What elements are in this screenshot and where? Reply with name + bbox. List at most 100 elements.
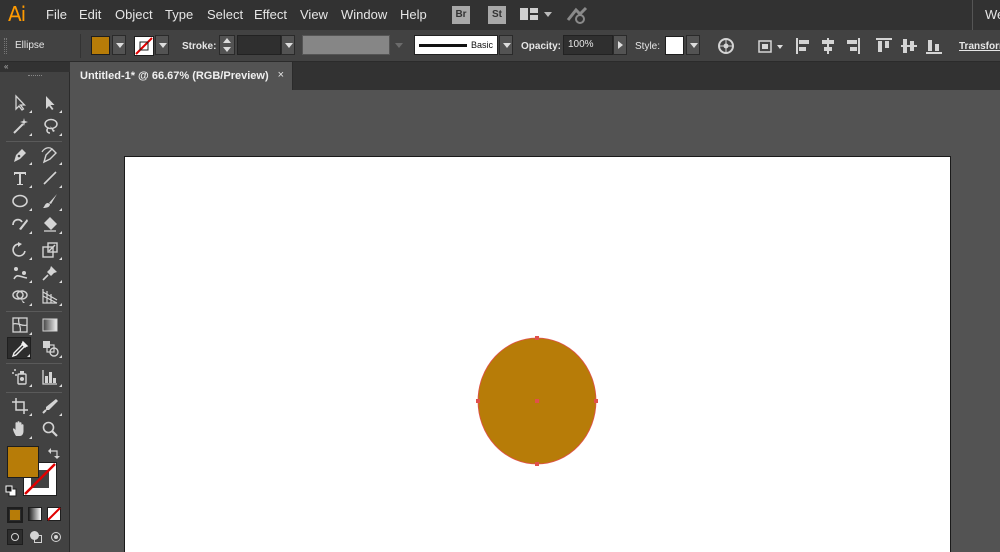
tools-panel-grip[interactable] — [28, 75, 42, 77]
shape-builder-tool[interactable] — [8, 285, 32, 307]
anchor-point-bottom[interactable] — [535, 462, 539, 466]
tools-panel-collapse[interactable]: « — [0, 62, 70, 72]
perspective-grid-tool[interactable] — [38, 285, 62, 307]
align-vertical-center-icon[interactable] — [900, 37, 918, 55]
artboard-tool[interactable] — [8, 395, 32, 417]
anchor-point-left[interactable] — [476, 399, 480, 403]
gpu-performance-icon[interactable] — [566, 6, 588, 24]
stroke-none-swatch[interactable] — [134, 36, 154, 56]
shaper-icon — [12, 218, 28, 230]
menu-help[interactable]: Help — [400, 7, 427, 22]
symbol-sprayer-tool[interactable] — [8, 366, 32, 388]
close-icon[interactable]: × — [278, 69, 284, 81]
selection-arrow-icon — [15, 94, 27, 111]
brush-definition[interactable]: Basic — [414, 35, 498, 55]
pin-tool[interactable] — [38, 262, 62, 284]
blend-tool[interactable] — [38, 337, 62, 359]
stroke-weight-stepper[interactable] — [219, 35, 235, 55]
direct-selection-tool[interactable] — [38, 92, 62, 114]
pin-icon — [42, 266, 57, 281]
line-segment-tool[interactable] — [38, 167, 62, 189]
lasso-tool[interactable] — [38, 115, 62, 137]
graphic-style-swatch[interactable] — [665, 36, 684, 55]
align-top-icon[interactable] — [875, 37, 893, 55]
menu-file[interactable]: File — [46, 7, 67, 22]
pen-tool[interactable] — [8, 144, 32, 166]
ellipse-tool[interactable] — [8, 190, 32, 212]
slice-tool[interactable] — [38, 395, 62, 417]
column-graph-tool[interactable] — [38, 366, 62, 388]
mesh-tool[interactable] — [8, 314, 32, 336]
fill-color-swatch[interactable] — [7, 446, 39, 478]
selection-type-label: Ellipse — [15, 40, 45, 51]
bridge-button[interactable]: Br — [452, 6, 470, 24]
arrange-documents-icon[interactable] — [520, 8, 538, 20]
menu-edit[interactable]: Edit — [79, 7, 101, 22]
eraser-tool[interactable] — [38, 213, 62, 235]
opacity-slider-button[interactable] — [613, 35, 627, 55]
anchor-point-top[interactable] — [535, 336, 539, 340]
ellipse-icon — [12, 194, 28, 208]
align-horizontal-center-icon[interactable] — [820, 37, 836, 55]
align-to-icon[interactable] — [757, 37, 775, 55]
variable-width-profile[interactable] — [302, 35, 390, 55]
shaper-tool[interactable] — [8, 213, 32, 235]
document-tab[interactable]: Untitled-1* @ 66.67% (RGB/Preview) × — [71, 62, 293, 90]
tools-panel: « — [0, 62, 70, 552]
chevron-down-icon[interactable] — [777, 45, 783, 49]
workspace-switcher[interactable]: We — [985, 7, 1000, 22]
scale-tool[interactable] — [38, 239, 62, 261]
curvature-tool[interactable] — [38, 144, 62, 166]
anchor-point-right[interactable] — [594, 399, 598, 403]
draw-normal-button[interactable] — [7, 529, 23, 545]
swap-fill-stroke-icon[interactable] — [48, 447, 60, 459]
menu-view[interactable]: View — [300, 7, 328, 22]
draw-inside-button[interactable] — [48, 529, 64, 545]
chevron-down-icon[interactable] — [544, 12, 552, 17]
default-fill-stroke-icon[interactable] — [5, 485, 17, 497]
menu-object[interactable]: Object — [115, 7, 153, 22]
app-logo: Ai — [8, 2, 26, 26]
align-right-icon[interactable] — [845, 37, 861, 55]
stroke-dropdown[interactable] — [155, 35, 169, 55]
menu-type[interactable]: Type — [165, 7, 193, 22]
graphic-style-dropdown[interactable] — [686, 35, 700, 55]
canvas-area[interactable] — [71, 90, 1000, 552]
stroke-weight-field[interactable] — [237, 35, 281, 55]
gradient-tool[interactable] — [38, 314, 62, 336]
eyedropper-icon — [11, 340, 29, 358]
shape-builder-icon — [12, 290, 28, 303]
opacity-label[interactable]: Opacity: — [521, 41, 561, 52]
opacity-field[interactable]: 100% — [563, 35, 613, 55]
stroke-weight-dropdown[interactable] — [281, 35, 295, 55]
artboard[interactable] — [124, 156, 951, 552]
zoom-tool[interactable] — [38, 418, 62, 440]
brush-dropdown[interactable] — [499, 35, 513, 55]
transform-link[interactable]: Transform — [959, 41, 1000, 52]
rotate-tool[interactable] — [8, 239, 32, 261]
paintbrush-tool[interactable] — [38, 190, 62, 212]
none-mode-button[interactable] — [47, 507, 61, 521]
fill-swatch[interactable] — [91, 36, 110, 55]
menu-select[interactable]: Select — [207, 7, 243, 22]
menu-window[interactable]: Window — [341, 7, 387, 22]
menu-effect[interactable]: Effect — [254, 7, 287, 22]
color-mode-button[interactable] — [7, 507, 23, 523]
type-tool[interactable] — [8, 167, 32, 189]
draw-behind-button[interactable] — [28, 529, 44, 545]
eyedropper-tool[interactable] — [7, 337, 31, 359]
align-left-icon[interactable] — [795, 37, 811, 55]
hand-tool[interactable] — [8, 418, 32, 440]
slice-knife-icon — [42, 399, 58, 414]
control-bar-grip[interactable] — [4, 38, 7, 54]
center-point[interactable] — [535, 399, 539, 403]
puppet-warp-tool[interactable] — [8, 262, 32, 284]
toolbar-divider — [6, 141, 62, 142]
selection-tool[interactable] — [8, 92, 32, 114]
gradient-mode-button[interactable] — [28, 507, 42, 521]
fill-dropdown[interactable] — [112, 35, 126, 55]
stock-button[interactable]: St — [488, 6, 506, 24]
align-bottom-icon[interactable] — [925, 37, 943, 55]
magic-wand-tool[interactable] — [8, 115, 32, 137]
recolor-artwork-icon[interactable] — [717, 37, 735, 55]
